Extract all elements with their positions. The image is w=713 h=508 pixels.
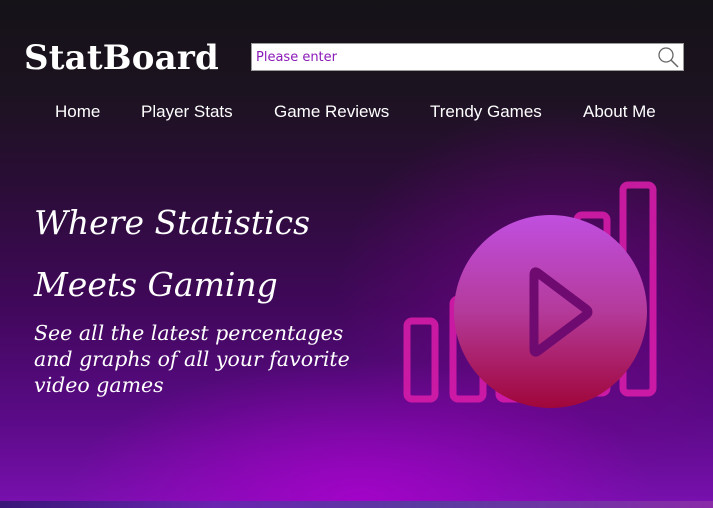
bottom-divider [0, 501, 713, 508]
search-box [251, 43, 684, 71]
main-nav: Home Player Stats Game Reviews Trendy Ga… [0, 100, 713, 126]
search-input[interactable] [252, 44, 656, 70]
nav-item-player-stats[interactable]: Player Stats [141, 102, 233, 122]
play-button[interactable] [454, 215, 647, 408]
play-icon [529, 267, 593, 357]
nav-item-trendy-games[interactable]: Trendy Games [430, 102, 542, 122]
search-icon[interactable] [657, 46, 681, 68]
site-logo[interactable]: StatBoard [24, 38, 219, 78]
nav-item-about-me[interactable]: About Me [583, 102, 656, 122]
hero-headline: Where Statistics Meets Gaming [34, 203, 311, 304]
nav-item-game-reviews[interactable]: Game Reviews [274, 102, 389, 122]
hero-subtext: See all the latest percentages and graph… [34, 321, 350, 397]
nav-item-home[interactable]: Home [55, 102, 100, 122]
